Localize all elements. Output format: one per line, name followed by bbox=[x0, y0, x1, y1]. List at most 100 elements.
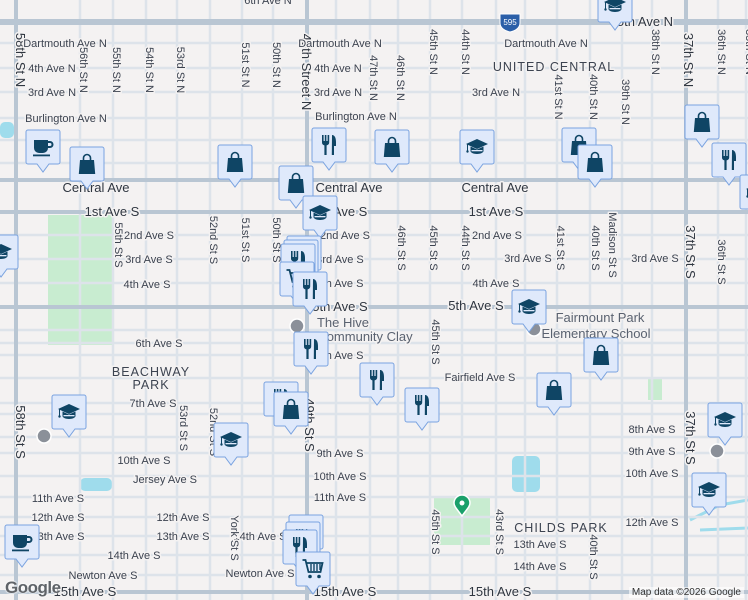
street-label: 40th St S bbox=[587, 534, 599, 579]
street-label: 14th Ave S bbox=[107, 550, 160, 562]
major-street-label: 37th St S bbox=[683, 411, 698, 465]
street-label: 50th St N bbox=[270, 42, 282, 88]
street-label: 46th St N bbox=[394, 55, 406, 101]
restaurant-marker[interactable] bbox=[404, 387, 440, 431]
street-label: 10th Ave S bbox=[313, 471, 366, 483]
street-label: 12th Ave S bbox=[625, 517, 678, 529]
education-marker[interactable] bbox=[691, 472, 727, 516]
street-label: 3rd Ave N bbox=[472, 87, 520, 99]
major-street-label: 37th St S bbox=[683, 225, 698, 279]
education-marker[interactable] bbox=[459, 129, 495, 173]
street-label: 53rd St S bbox=[177, 405, 189, 451]
street-label: 12th Ave S bbox=[156, 512, 209, 524]
education-marker[interactable] bbox=[707, 402, 743, 446]
street-label: 2nd Ave S bbox=[320, 230, 370, 242]
street-label: 6th Ave N bbox=[244, 0, 292, 7]
neighborhood-label: PARK bbox=[132, 378, 169, 392]
park-area bbox=[648, 378, 662, 400]
street-label: 46th St S bbox=[395, 225, 407, 270]
street-label: 55th St N bbox=[110, 47, 122, 93]
street-label: 3rd Ave S bbox=[504, 253, 552, 265]
neighborhood-label: UNITED CENTRAL bbox=[493, 60, 615, 74]
street-label: 2nd Ave S bbox=[472, 230, 522, 242]
street-label: 11th Ave S bbox=[32, 493, 84, 505]
street-label: Dartmouth Ave N bbox=[504, 38, 588, 50]
restaurant-marker[interactable] bbox=[359, 362, 395, 406]
street-label: Newton Ave S bbox=[69, 570, 138, 582]
major-street-label: Central Ave bbox=[316, 180, 383, 195]
street-label: 52nd St S bbox=[207, 216, 219, 264]
street-label: Dartmouth Ave N bbox=[298, 38, 382, 50]
street-label: 36th St S bbox=[715, 239, 727, 284]
major-street-label: 15th Ave S bbox=[469, 584, 532, 599]
map-attribution[interactable]: Map data ©2026 Google bbox=[628, 587, 744, 598]
shopping-marker[interactable] bbox=[374, 129, 410, 173]
street-label: Fairfield Ave S bbox=[445, 372, 516, 384]
poi-label: Fairmount Park bbox=[556, 310, 645, 325]
street-label: Madison St S bbox=[606, 212, 618, 277]
highway-shield-595: 595 bbox=[499, 13, 521, 33]
street-label: 14th Ave S bbox=[513, 561, 566, 573]
major-street-label: 5th Ave S bbox=[448, 298, 504, 313]
poi-label: The Hive bbox=[317, 315, 369, 330]
street-label: Newton Ave S bbox=[226, 568, 295, 580]
street-label: 10th Ave S bbox=[117, 455, 170, 467]
street-label: Jersey Ave S bbox=[133, 474, 197, 486]
major-street-label: Central Ave bbox=[63, 180, 130, 195]
street-label: 47th St N bbox=[367, 55, 379, 101]
major-street-label: 37th St N bbox=[681, 33, 696, 87]
water-area bbox=[80, 478, 112, 491]
street-label: 9th Ave S bbox=[629, 446, 676, 458]
street-label: 9th Ave S bbox=[317, 448, 364, 460]
street-label: 56th St N bbox=[77, 47, 89, 93]
street-label: 44th St S bbox=[459, 225, 471, 270]
google-logo: Google bbox=[5, 578, 61, 597]
marker-pin bbox=[293, 331, 329, 375]
street-label: 11th Ave S bbox=[314, 492, 366, 504]
street-label: 45th St S bbox=[429, 319, 441, 364]
highway-number: 595 bbox=[503, 18, 517, 27]
street-label: 14th Ave S bbox=[233, 531, 286, 543]
street-label: 43rd St S bbox=[493, 509, 505, 555]
street-label: 3rd Ave S bbox=[631, 253, 679, 265]
street-label: 10th Ave S bbox=[625, 468, 678, 480]
street-label: Burlington Ave N bbox=[315, 111, 397, 123]
neighborhood-label: CHILDS PARK bbox=[514, 521, 607, 535]
street-label: 45th St S bbox=[429, 509, 441, 554]
street-label: 53rd St N bbox=[174, 47, 186, 94]
street-label: 3rd Ave N bbox=[314, 87, 362, 99]
restaurant-marker[interactable] bbox=[293, 331, 329, 375]
street-label: 4th Ave S bbox=[124, 279, 171, 291]
poi-school-icon[interactable] bbox=[289, 318, 305, 334]
poi-school-icon[interactable] bbox=[709, 443, 725, 459]
street-label: 35th St N bbox=[743, 29, 748, 75]
coffee-marker[interactable] bbox=[4, 524, 40, 568]
street-label: 45th St N bbox=[427, 29, 439, 75]
street-label: 12th Ave S bbox=[31, 512, 84, 524]
neighborhood-label: BEACHWAY bbox=[112, 365, 190, 379]
shopping-marker[interactable] bbox=[536, 372, 572, 416]
marker-pin bbox=[404, 387, 440, 431]
street-label: 50th St S bbox=[270, 217, 282, 262]
street-label: 3rd Ave S bbox=[125, 254, 173, 266]
street-label: 40th St N bbox=[587, 74, 599, 120]
street-label: 44th St N bbox=[459, 29, 471, 75]
street-label: 40th St S bbox=[589, 225, 601, 270]
coffee-marker[interactable] bbox=[25, 129, 61, 173]
street-label: 45th St S bbox=[427, 225, 439, 270]
street-label: 13th Ave S bbox=[513, 539, 566, 551]
street-label: 39th St N bbox=[619, 79, 631, 125]
major-street-label: 1st Ave S bbox=[469, 204, 524, 219]
street-label: 2nd Ave S bbox=[124, 230, 174, 242]
major-street-label: 1st Ave S bbox=[85, 204, 140, 219]
street-label: 36th St N bbox=[715, 29, 727, 75]
street-label: Dartmouth Ave N bbox=[23, 38, 107, 50]
poi-school-icon[interactable] bbox=[36, 428, 52, 444]
street-label: 54th St N bbox=[143, 47, 155, 93]
map-canvas[interactable]: 595 5th Ave NCentral Ave Central Ave Centr… bbox=[0, 0, 748, 600]
street-label: 41st St N bbox=[552, 74, 564, 119]
poi-label: Community Clay bbox=[317, 329, 413, 344]
park-pin-dot bbox=[459, 500, 465, 506]
street-label: 6th Ave S bbox=[136, 338, 183, 350]
street-label: 7th Ave S bbox=[130, 398, 177, 410]
